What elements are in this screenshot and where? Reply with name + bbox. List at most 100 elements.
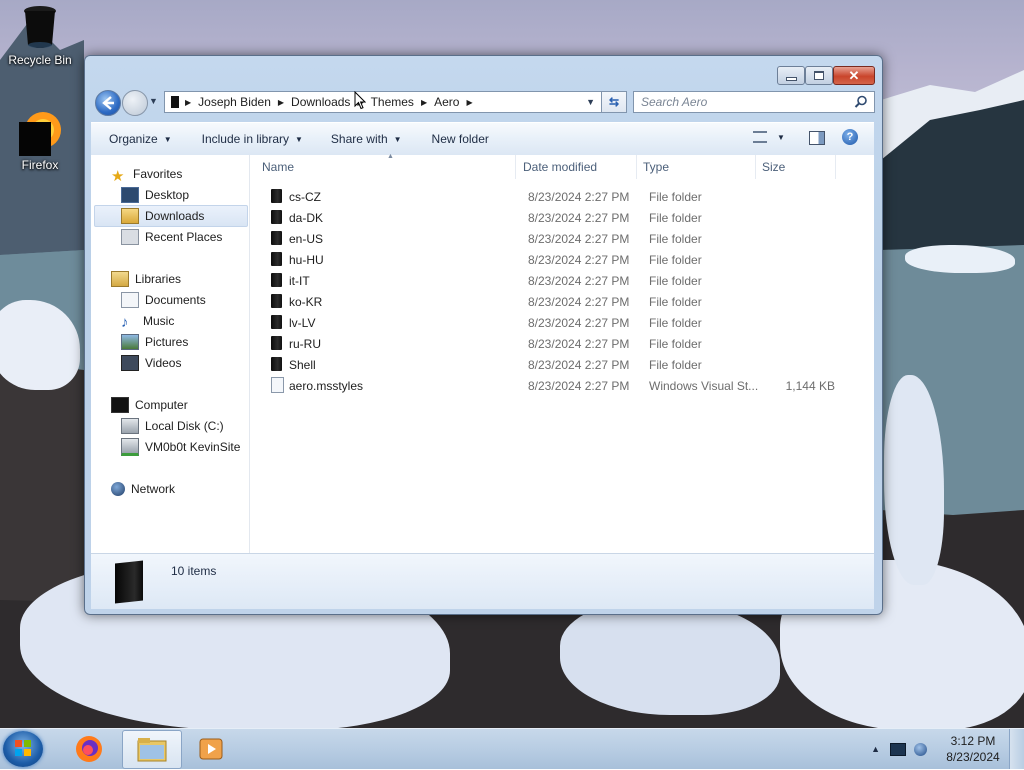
- breadcrumb-joseph-biden[interactable]: Joseph Biden: [198, 95, 271, 109]
- pictures-icon: [121, 334, 139, 350]
- nav-favorites[interactable]: ★ Favorites: [111, 164, 182, 185]
- display-icon[interactable]: [890, 742, 906, 756]
- address-dropdown-button[interactable]: ▼: [586, 97, 595, 107]
- file-row[interactable]: lv-LV 8/23/2024 2:27 PM File folder: [260, 312, 860, 333]
- taskbar-firefox-button[interactable]: [60, 730, 118, 767]
- file-date: 8/23/2024 2:27 PM: [528, 378, 630, 393]
- folder-icon: [271, 294, 282, 308]
- close-button[interactable]: ✕: [833, 66, 875, 85]
- desktop-icon-recycle-bin[interactable]: Recycle Bin: [0, 5, 80, 67]
- taskbar-explorer-button[interactable]: [122, 730, 182, 769]
- videos-icon: [121, 355, 139, 371]
- file-row[interactable]: Shell 8/23/2024 2:27 PM File folder: [260, 354, 860, 375]
- computer-icon: [111, 397, 129, 413]
- column-header-size[interactable]: Size: [756, 155, 836, 179]
- nav-downloads[interactable]: Downloads: [94, 205, 248, 227]
- back-button[interactable]: [95, 90, 121, 116]
- preview-pane-button[interactable]: [809, 131, 825, 145]
- recycle-bin-icon: [22, 5, 58, 49]
- column-header-date[interactable]: Date modified: [516, 155, 637, 179]
- column-label: Date modified: [523, 160, 598, 174]
- nav-label: Downloads: [145, 209, 205, 223]
- minimize-button[interactable]: [777, 66, 805, 85]
- desktop-icon-label: Firefox: [21, 158, 59, 172]
- nav-music[interactable]: ♪ Music: [121, 311, 174, 331]
- view-options-button[interactable]: ▼: [753, 131, 785, 143]
- chevron-down-icon: ▼: [393, 134, 402, 144]
- media-player-icon: [199, 738, 223, 759]
- file-row[interactable]: ko-KR 8/23/2024 2:27 PM File folder: [260, 291, 860, 312]
- breadcrumb-aero[interactable]: Aero: [434, 95, 459, 109]
- file-date: 8/23/2024 2:27 PM: [528, 189, 630, 204]
- nav-libraries[interactable]: Libraries: [111, 269, 181, 289]
- nav-label: Recent Places: [145, 230, 223, 244]
- file-row[interactable]: cs-CZ 8/23/2024 2:27 PM File folder: [260, 186, 860, 207]
- share-with-button[interactable]: Share with ▼: [317, 132, 416, 146]
- file-row[interactable]: hu-HU 8/23/2024 2:27 PM File folder: [260, 249, 860, 270]
- file-date: 8/23/2024 2:27 PM: [528, 294, 630, 309]
- file-row[interactable]: ru-RU 8/23/2024 2:27 PM File folder: [260, 333, 860, 354]
- chevron-down-icon: ▼: [163, 134, 172, 144]
- column-header-type[interactable]: Type: [637, 155, 756, 179]
- nav-local-disk[interactable]: Local Disk (C:): [121, 416, 224, 436]
- recent-pages-dropdown[interactable]: ▼: [149, 96, 158, 106]
- nav-network[interactable]: Network: [111, 479, 175, 499]
- nav-label: Local Disk (C:): [145, 419, 224, 433]
- nav-label: Desktop: [145, 188, 190, 202]
- file-name: Shell: [289, 357, 316, 372]
- nav-pictures[interactable]: Pictures: [121, 332, 188, 352]
- taskbar: ▲ 3:12 PM 8/23/2024: [0, 728, 1024, 769]
- nav-desktop[interactable]: Desktop: [121, 185, 189, 205]
- file-row[interactable]: aero.msstyles 8/23/2024 2:27 PM Windows Vi…: [260, 375, 860, 396]
- file-type: File folder: [649, 231, 702, 246]
- music-icon: ♪: [121, 314, 129, 331]
- details-pane: 10 items: [91, 553, 874, 609]
- file-row[interactable]: it-IT 8/23/2024 2:27 PM File folder: [260, 270, 860, 291]
- nav-computer[interactable]: Computer: [111, 395, 188, 415]
- column-label: Type: [643, 160, 670, 174]
- network-drive-icon: [121, 438, 139, 456]
- new-folder-button[interactable]: New folder: [416, 132, 503, 146]
- taskbar-media-player-button[interactable]: [182, 730, 240, 767]
- forward-button[interactable]: [122, 90, 148, 116]
- desktop-icon-firefox[interactable]: Firefox: [0, 108, 80, 172]
- file-type: File folder: [649, 315, 702, 330]
- breadcrumb-downloads[interactable]: Downloads: [291, 95, 350, 109]
- file-row[interactable]: en-US 8/23/2024 2:27 PM File folder: [260, 228, 860, 249]
- star-icon: ★: [111, 168, 125, 185]
- folder-icon: [271, 336, 282, 350]
- breadcrumb-themes[interactable]: Themes: [371, 95, 414, 109]
- maximize-button[interactable]: [805, 66, 833, 85]
- folder-icon: [271, 273, 282, 287]
- start-button[interactable]: [3, 731, 43, 767]
- nav-documents[interactable]: Documents: [121, 290, 206, 310]
- include-in-library-button[interactable]: Include in library ▼: [186, 132, 317, 146]
- folder-icon: [271, 315, 282, 329]
- organize-button[interactable]: Organize ▼: [91, 132, 186, 146]
- content-area: ★ Favorites Desktop Downloads Recent Plac…: [91, 153, 874, 553]
- organize-label: Organize: [109, 132, 158, 146]
- file-date: 8/23/2024 2:27 PM: [528, 210, 630, 225]
- file-explorer-icon: [137, 737, 167, 761]
- show-hidden-icons-button[interactable]: ▲: [871, 744, 880, 754]
- nav-videos[interactable]: Videos: [121, 353, 181, 373]
- file-row[interactable]: da-DK 8/23/2024 2:27 PM File folder: [260, 207, 860, 228]
- show-desktop-button[interactable]: [1009, 729, 1024, 769]
- nav-recent-places[interactable]: Recent Places: [121, 227, 222, 247]
- nav-label: Pictures: [145, 335, 189, 349]
- address-bar[interactable]: ▶ Joseph Biden ▶ Downloads ▶ Themes ▶ Ae…: [164, 91, 602, 113]
- chevron-down-icon: ▼: [777, 132, 785, 142]
- network-status-icon[interactable]: [914, 742, 927, 756]
- nav-label: Documents: [145, 293, 206, 307]
- folder-icon: [171, 96, 179, 108]
- help-button[interactable]: ?: [842, 129, 858, 145]
- search-input[interactable]: Search Aero: [633, 91, 875, 113]
- clock[interactable]: 3:12 PM 8/23/2024: [937, 733, 1009, 765]
- file-type: File folder: [649, 294, 702, 309]
- refresh-button[interactable]: ⇆: [601, 91, 627, 113]
- nav-network-drive[interactable]: VM0b0t KevinSite: [121, 437, 240, 457]
- column-header-name[interactable]: Name: [250, 155, 516, 179]
- nav-label: VM0b0t KevinSite: [145, 440, 241, 454]
- mouse-cursor-icon: [354, 91, 366, 110]
- file-name: hu-HU: [289, 252, 324, 267]
